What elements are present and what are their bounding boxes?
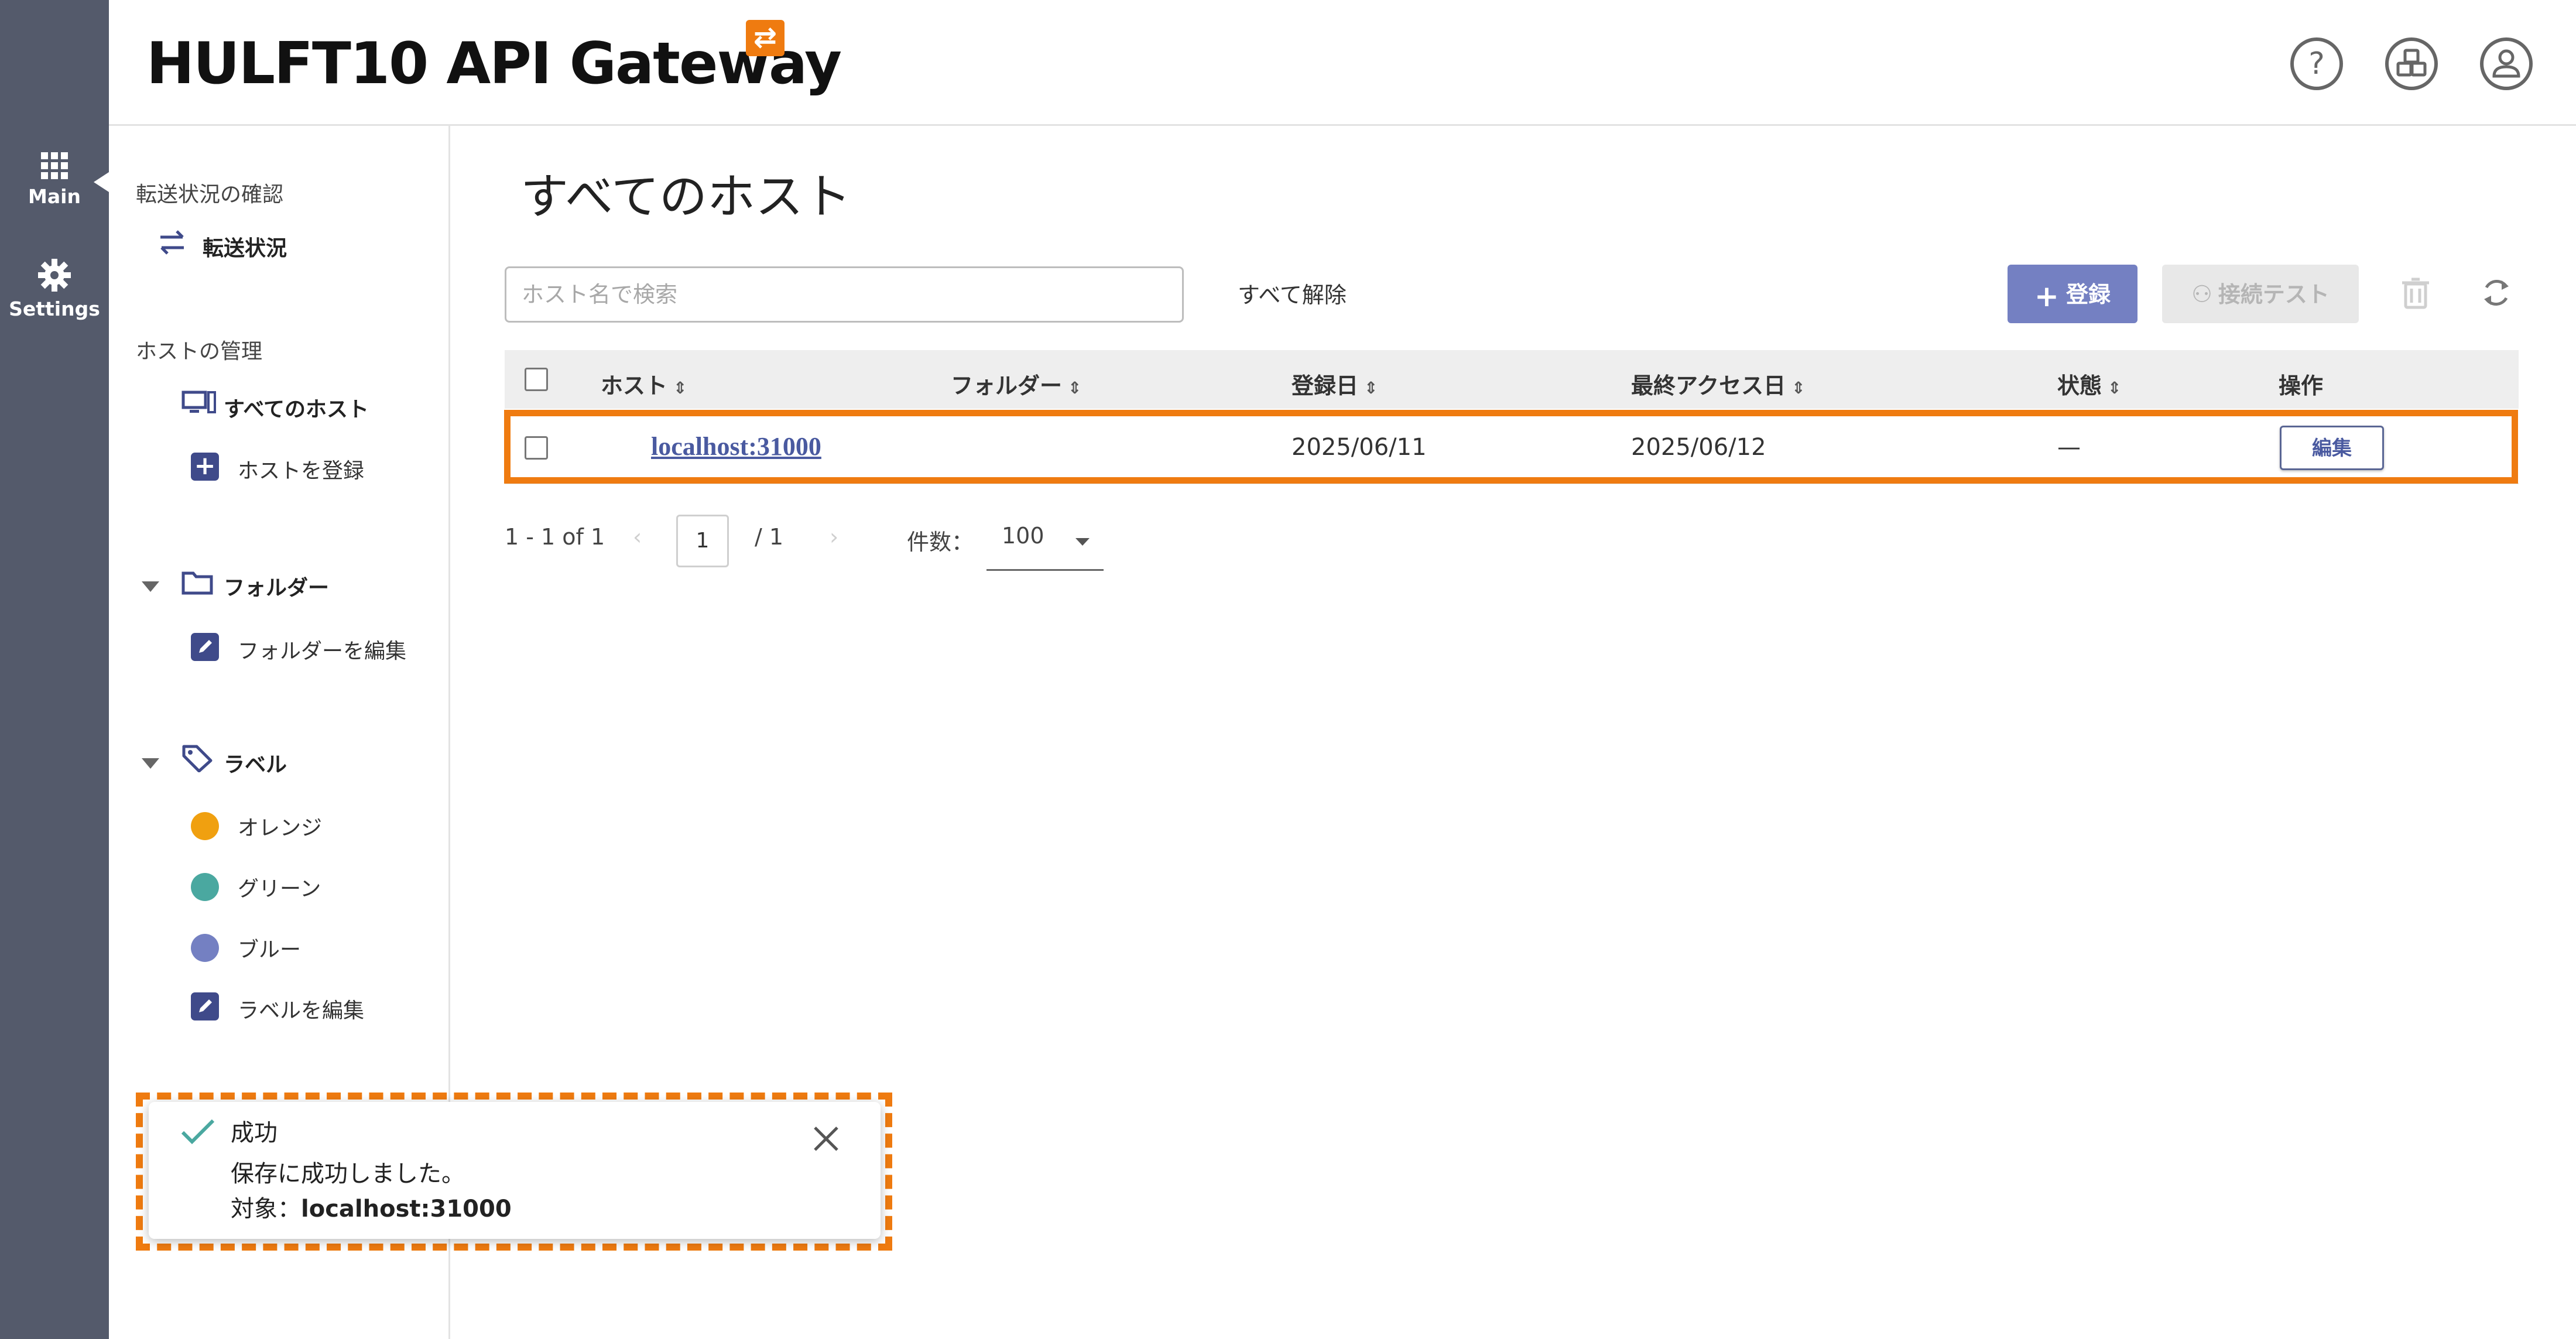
account-icon[interactable] [2480, 37, 2533, 90]
label-collapse-icon[interactable] [142, 758, 159, 769]
sidebar-section-labels[interactable]: ラベル [181, 745, 433, 782]
active-caret [94, 172, 109, 192]
app-logo: HULFT10 API Gateway [146, 30, 842, 97]
table-header: ホスト ⇕ フォルダー ⇕ 登録日 ⇕ 最終アクセス日 ⇕ 状態 ⇕ 操作 [505, 350, 2519, 409]
modules-icon[interactable] [2385, 37, 2438, 90]
sidebar-item-edit-label-label: ラベルを編集 [238, 999, 365, 1023]
page-input[interactable]: 1 [676, 515, 729, 567]
col-folder[interactable]: フォルダー ⇕ [951, 368, 1081, 400]
col-last-access[interactable]: 最終アクセス日 ⇕ [1631, 368, 1806, 400]
per-page-select[interactable]: 100 [986, 512, 1104, 571]
check-icon [181, 1119, 215, 1145]
register-button[interactable]: + 登録 [2008, 265, 2137, 323]
edit-pencil-icon [191, 992, 219, 1020]
success-toast: 成功 保存に成功しました。 対象：localhost:31000 [149, 1102, 881, 1239]
rail-settings-label: Settings [9, 297, 100, 320]
svg-text:?: ? [2308, 46, 2325, 81]
select-all-checkbox[interactable] [525, 368, 548, 391]
toast-title: 成功 [231, 1119, 278, 1146]
tag-icon [182, 745, 213, 772]
nav-rail: Main Settings [0, 0, 109, 1339]
page-title: すべてのホスト [520, 169, 851, 225]
sidebar-item-transfer[interactable]: 転送状況 [156, 230, 419, 266]
connection-test-button-label: 接続テスト [2218, 282, 2330, 307]
sort-icon: ⇕ [1068, 378, 1082, 398]
host-monitor-icon [181, 391, 216, 413]
table-row: localhost:31000 2025/06/11 2025/06/12 — … [505, 412, 2519, 484]
refresh-icon[interactable] [2476, 272, 2517, 313]
page-total: / 1 [755, 524, 784, 550]
green-dot-icon [191, 873, 219, 901]
gear-icon [38, 259, 71, 292]
col-actions: 操作 [2279, 373, 2324, 399]
sidebar-item-all-hosts-label: すべてのホスト [224, 398, 369, 422]
sidebar-item-register-host[interactable]: + ホストを登録 [191, 453, 437, 488]
per-page-value: 100 [1002, 523, 1044, 549]
logo-arrows-icon: ⇄ [746, 20, 785, 56]
rail-main-label: Main [28, 185, 81, 208]
sidebar-item-transfer-label: 転送状況 [203, 237, 287, 261]
next-page-icon[interactable]: › [830, 524, 838, 550]
top-bar: HULFT10 API Gateway ⇄ ? [109, 0, 2576, 126]
transfer-arrows-icon [160, 230, 184, 255]
clear-all-button[interactable]: すべて解除 [1238, 277, 1347, 309]
row-checkbox[interactable] [525, 436, 548, 460]
sort-icon: ⇕ [1364, 378, 1378, 398]
prev-page-icon[interactable]: ‹ [633, 524, 642, 550]
sidebar-item-label-green[interactable]: グリーン [191, 871, 437, 906]
register-button-label: 登録 [2065, 282, 2111, 307]
sidebar-item-edit-folder-label: フォルダーを編集 [238, 639, 407, 663]
sort-icon: ⇕ [673, 378, 687, 398]
col-registered[interactable]: 登録日 ⇕ [1292, 368, 1378, 400]
sidebar-item-label-green-label: グリーン [238, 877, 321, 901]
toast-message: 保存に成功しました。 [231, 1160, 465, 1187]
rail-main[interactable]: Main [0, 151, 109, 208]
per-page-label: 件数： [907, 529, 974, 555]
search-input[interactable] [505, 266, 1184, 323]
folder-collapse-icon[interactable] [142, 581, 159, 592]
sort-icon: ⇕ [1791, 378, 1806, 398]
edit-button[interactable]: 編集 [2280, 426, 2384, 470]
plus-icon: + [2034, 279, 2059, 313]
sidebar-item-label-blue-label: ブルー [238, 938, 302, 962]
sidebar-section-labels-label: ラベル [224, 753, 287, 777]
chevron-down-icon [1075, 538, 1090, 546]
sidebar-item-all-hosts[interactable]: すべてのホスト [181, 391, 433, 427]
plus-icon: + [191, 453, 219, 481]
sidebar-section-hosts: ホストの管理 [136, 340, 263, 364]
row-last-access: 2025/06/12 [1631, 434, 1766, 461]
connection-test-button[interactable]: ⚇ 接続テスト [2162, 265, 2359, 323]
toast-target: 対象：localhost:31000 [231, 1196, 512, 1222]
folder-icon [181, 571, 213, 595]
sidebar-section-transfer: 転送状況の確認 [136, 183, 284, 207]
edit-pencil-icon [191, 633, 219, 661]
blue-dot-icon [191, 934, 219, 962]
grid-icon [41, 152, 68, 179]
orange-dot-icon [191, 812, 219, 840]
row-status: — [2057, 434, 2081, 461]
rail-settings[interactable]: Settings [0, 258, 109, 320]
help-icon[interactable]: ? [2290, 37, 2343, 90]
col-status[interactable]: 状態 ⇕ [2057, 368, 2121, 400]
sidebar-item-label-orange-label: オレンジ [238, 816, 323, 840]
sidebar-section-folder[interactable]: フォルダー [181, 570, 433, 605]
host-link[interactable]: localhost:31000 [651, 432, 821, 461]
sidebar-item-edit-label[interactable]: ラベルを編集 [191, 992, 437, 1028]
sidebar-item-label-orange[interactable]: オレンジ [191, 810, 437, 845]
plug-icon: ⚇ [2191, 281, 2212, 308]
sidebar-item-register-host-label: ホストを登録 [238, 459, 365, 483]
trash-icon[interactable] [2395, 272, 2436, 313]
sidebar-item-label-blue[interactable]: ブルー [191, 932, 437, 967]
sidebar-item-edit-folder[interactable]: フォルダーを編集 [191, 633, 437, 668]
row-registered: 2025/06/11 [1292, 434, 1427, 461]
close-icon[interactable] [810, 1123, 842, 1155]
sort-icon: ⇕ [2108, 378, 2122, 398]
sidebar-section-folder-label: フォルダー [224, 576, 330, 600]
col-host[interactable]: ホスト ⇕ [601, 368, 687, 400]
pager-range: 1 - 1 of 1 [505, 524, 605, 550]
